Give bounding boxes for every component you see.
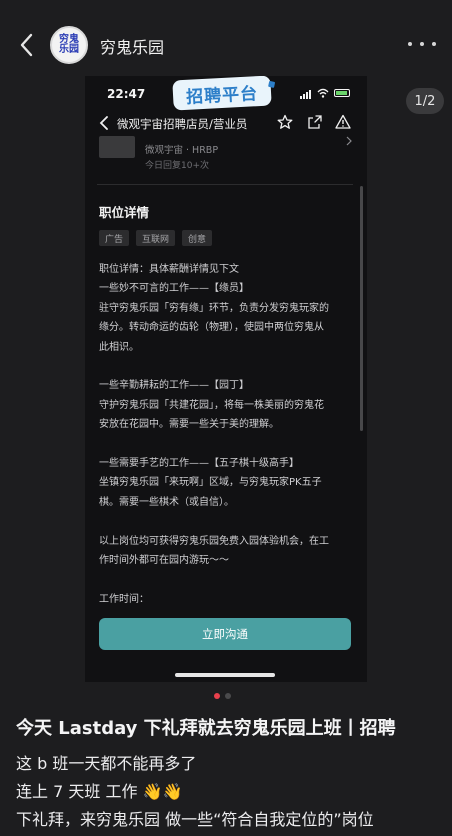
description-line: 守护穷鬼乐园「共建花园」，将每一株美丽的穷鬼花	[99, 399, 324, 411]
wifi-icon	[317, 88, 329, 98]
tag-list: 广告 互联网 创意	[99, 230, 213, 246]
avatar[interactable]: 穷鬼 乐园	[50, 26, 88, 64]
signal-icon	[300, 90, 311, 99]
chat-now-button: 立即沟通	[99, 618, 351, 650]
description-line: 安放在花园中。需要一些关于美的理解。	[99, 419, 279, 431]
hr-role: 微观宇宙 · HRBP	[145, 145, 219, 156]
post-body-line: 下礼拜，来穷鬼乐园 做一些“符合自我定位的”岗位	[16, 810, 374, 829]
description-line: 此相识。	[99, 341, 139, 353]
carousel-dot-active[interactable]	[214, 693, 220, 699]
description-line: 一些妙不可言的工作——【缘员】	[99, 283, 249, 295]
hr-contact-row: 微观宇宙 · HRBP 今日回复10+次	[85, 136, 367, 182]
job-nav-bar: 微观宇宙招聘店员/营业员	[85, 110, 367, 136]
description-line: 一些需要手艺的工作——【五子棋十级高手】	[99, 458, 299, 470]
image-counter: 1/2	[406, 88, 444, 114]
top-bar: 穷鬼 乐园 穷鬼乐园	[0, 0, 452, 88]
share-icon	[308, 115, 322, 129]
description-line: 驻守穷鬼乐园「穷有缘」环节，负责分发穷鬼玩家的	[99, 302, 329, 314]
post-body-line: 这 b 班一天都不能再多了	[16, 754, 197, 773]
report-icon	[335, 114, 351, 129]
post-body-line: 连上 7 天班 工作 👋👋	[16, 782, 183, 801]
scrollbar	[360, 186, 363, 431]
description-line: 作时间外都可在园内游玩～～	[99, 555, 229, 567]
back-icon[interactable]	[14, 28, 40, 62]
description-line: 以上岗位均可获得穷鬼乐园免费入园体验机会，在工	[99, 535, 329, 547]
more-icon[interactable]	[408, 36, 436, 52]
description-line: 职位详情：具体薪酬详情见下文	[99, 264, 239, 275]
company-thumbnail	[99, 136, 135, 158]
media-carousel[interactable]: 22:47 招聘平台 微观宇宙招聘店员/营业员 微观宇宙 · HRBP 今日回复…	[85, 76, 367, 682]
tag: 广告	[99, 230, 130, 246]
battery-icon	[334, 89, 350, 97]
divider	[97, 184, 353, 185]
carousel-dots[interactable]	[214, 693, 231, 699]
nav-back-icon	[99, 116, 108, 130]
reply-rate: 今日回复10+次	[145, 161, 209, 171]
section-title: 职位详情	[99, 205, 150, 220]
star-icon	[277, 114, 293, 129]
description-line	[99, 570, 349, 589]
job-description: 职位详情：具体薪酬详情见下文 一些妙不可言的工作——【缘员】 驻守穷鬼乐园「穷有…	[99, 260, 349, 609]
carousel-dot[interactable]	[225, 693, 231, 699]
description-line: 工作时间：	[99, 593, 149, 605]
phone-time: 22:47	[107, 87, 146, 101]
home-indicator	[175, 673, 275, 677]
description-line	[99, 435, 349, 454]
description-line: 缘分。转动命运的齿轮（物理），使园中两位穷鬼从	[99, 322, 324, 334]
stamp-text: 招聘平台	[185, 83, 259, 108]
job-title: 微观宇宙招聘店员/营业员	[117, 117, 248, 131]
tag: 互联网	[136, 230, 176, 246]
tag: 创意	[182, 230, 213, 246]
avatar-text-bottom: 乐园	[59, 44, 79, 55]
description-line	[99, 512, 349, 531]
description-line: 坐镇穷鬼乐园「来玩啊」区域，与穷鬼玩家PK五子	[99, 477, 322, 489]
chevron-right-icon	[346, 136, 352, 146]
post-title: 今天 Lastday 下礼拜就去穷鬼乐园上班丨招聘	[16, 718, 396, 739]
description-line: 棋。需要一些棋术（或自信）。	[99, 496, 234, 508]
account-name[interactable]: 穷鬼乐园	[100, 34, 164, 58]
description-line: 一些辛勤耕耘的工作——【园丁】	[99, 380, 249, 392]
recruit-platform-stamp: 招聘平台	[172, 76, 272, 111]
description-line	[99, 357, 349, 376]
